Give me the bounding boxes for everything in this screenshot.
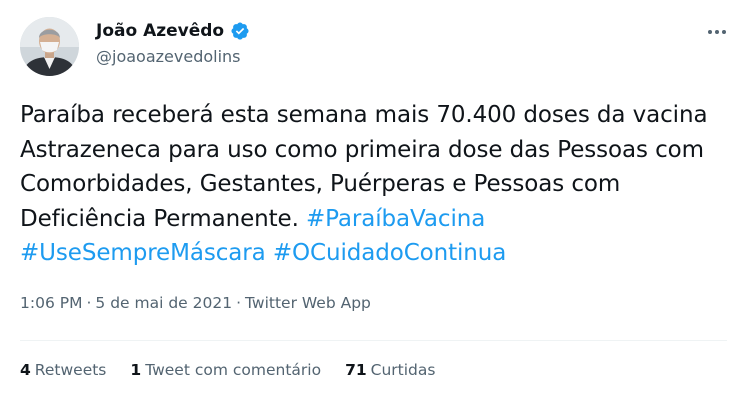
avatar-image [20,17,79,76]
divider [20,340,727,341]
tweet-card: João Azevêdo @joaoazevedolins Paraíba re… [0,0,747,400]
author-name-row: João Azevêdo [96,21,250,41]
likes-stat[interactable]: 71 Curtidas [345,361,435,379]
verified-badge-icon [230,21,250,41]
retweets-stat[interactable]: 4 Retweets [20,361,106,379]
likes-count: 71 [345,361,367,379]
meta-separator: · [86,294,92,312]
tweet-time[interactable]: 1:06 PM [20,294,82,312]
tweet-source[interactable]: Twitter Web App [245,294,371,312]
meta-separator: · [236,294,242,312]
quote-tweets-count: 1 [130,361,142,379]
quote-tweets-stat[interactable]: 1 Tweet com comentário [130,361,321,379]
likes-label: Curtidas [370,361,436,379]
tweet-meta: 1:06 PM · 5 de mai de 2021 · Twitter Web App [20,294,371,312]
quote-tweets-label: Tweet com comentário [145,361,322,379]
retweets-count: 4 [20,361,31,379]
avatar[interactable] [20,17,79,76]
hashtag-link[interactable]: #ParaíbaVacina [306,206,485,232]
hashtag-link[interactable]: #UseSempreMáscara [20,240,266,266]
hashtag-link[interactable]: #OCuidadoContinua [273,240,507,266]
retweets-label: Retweets [34,361,107,379]
tweet-stats: 4 Retweets 1 Tweet com comentário 71 Curtid… [20,361,459,379]
author-handle[interactable]: @joaoazevedolins [96,47,241,66]
author-name[interactable]: João Azevêdo [96,21,224,41]
tweet-date[interactable]: 5 de mai de 2021 [95,294,232,312]
tweet-text: Paraíba receberá esta semana mais 70.400… [20,98,732,271]
more-horizontal-icon [708,30,726,34]
more-options-button[interactable] [705,24,729,40]
